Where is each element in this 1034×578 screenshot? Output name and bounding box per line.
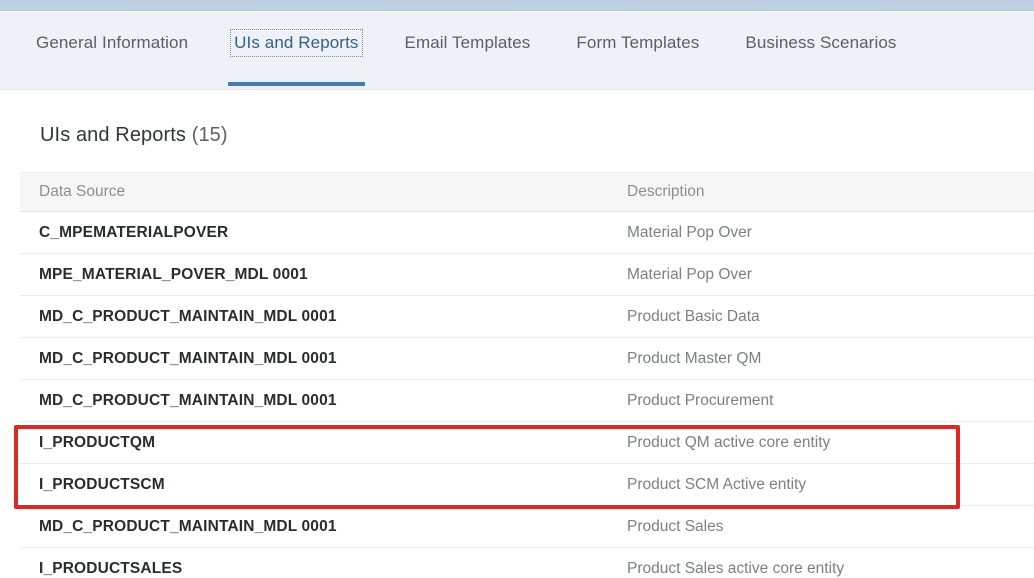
cell-description: Product Procurement xyxy=(627,392,1034,410)
table-row[interactable]: I_PRODUCTQMProduct QM active core entity xyxy=(20,422,1034,464)
uis-and-reports-table: Data Source Description C_MPEMATERIALPOV… xyxy=(20,172,1034,578)
cell-description: Product Basic Data xyxy=(627,308,1034,326)
cell-data-source: MD_C_PRODUCT_MAINTAIN_MDL 0001 xyxy=(20,518,627,536)
tab-email-templates[interactable]: Email Templates xyxy=(391,12,545,74)
table-row[interactable]: MD_C_PRODUCT_MAINTAIN_MDL 0001Product Pr… xyxy=(20,380,1034,422)
application-window: General Information UIs and Reports Emai… xyxy=(0,0,1034,578)
tab-label: Email Templates xyxy=(405,33,531,53)
tab-label: UIs and Reports xyxy=(234,33,358,53)
table-header-row: Data Source Description xyxy=(20,172,1034,212)
table-row[interactable]: MD_C_PRODUCT_MAINTAIN_MDL 0001Product Sa… xyxy=(20,506,1034,548)
page-title-text: UIs and Reports xyxy=(40,124,186,146)
tab-label: Form Templates xyxy=(576,33,699,53)
tab-form-templates[interactable]: Form Templates xyxy=(562,12,713,74)
cell-data-source: I_PRODUCTSALES xyxy=(20,560,627,578)
cell-data-source: MD_C_PRODUCT_MAINTAIN_MDL 0001 xyxy=(20,350,627,368)
page-title: UIs and Reports (15) xyxy=(40,124,228,147)
cell-data-source: I_PRODUCTQM xyxy=(20,434,627,452)
cell-description: Product QM active core entity xyxy=(627,434,1034,452)
tab-label: General Information xyxy=(36,33,188,53)
cell-data-source: MPE_MATERIAL_POVER_MDL 0001 xyxy=(20,266,627,284)
tab-business-scenarios[interactable]: Business Scenarios xyxy=(731,12,910,74)
cell-description: Product Master QM xyxy=(627,350,1034,368)
cell-data-source: MD_C_PRODUCT_MAINTAIN_MDL 0001 xyxy=(20,392,627,410)
table-row[interactable]: MD_C_PRODUCT_MAINTAIN_MDL 0001Product Ba… xyxy=(20,296,1034,338)
table-row[interactable]: MD_C_PRODUCT_MAINTAIN_MDL 0001Product Ma… xyxy=(20,338,1034,380)
tab-uis-and-reports[interactable]: UIs and Reports xyxy=(220,12,372,74)
tab-list: General Information UIs and Reports Emai… xyxy=(0,12,928,90)
table-row[interactable]: MPE_MATERIAL_POVER_MDL 0001Material Pop … xyxy=(20,254,1034,296)
window-chrome-strip xyxy=(0,0,1034,11)
cell-description: Material Pop Over xyxy=(627,224,1034,242)
table-body: C_MPEMATERIALPOVERMaterial Pop OverMPE_M… xyxy=(20,212,1034,578)
cell-description: Product Sales active core entity xyxy=(627,560,1034,578)
cell-description: Material Pop Over xyxy=(627,266,1034,284)
tab-content-panel: UIs and Reports (15) Data Source Descrip… xyxy=(0,91,1034,578)
column-header-description[interactable]: Description xyxy=(627,183,1034,201)
table-row[interactable]: I_PRODUCTSCMProduct SCM Active entity xyxy=(20,464,1034,506)
page-title-count: (15) xyxy=(192,124,228,146)
column-header-data-source[interactable]: Data Source xyxy=(20,183,627,201)
tab-general-information[interactable]: General Information xyxy=(22,12,202,74)
cell-description: Product SCM Active entity xyxy=(627,476,1034,494)
tab-label: Business Scenarios xyxy=(745,33,896,53)
table-row[interactable]: I_PRODUCTSALESProduct Sales active core … xyxy=(20,548,1034,578)
table-row[interactable]: C_MPEMATERIALPOVERMaterial Pop Over xyxy=(20,212,1034,254)
cell-data-source: MD_C_PRODUCT_MAINTAIN_MDL 0001 xyxy=(20,308,627,326)
cell-description: Product Sales xyxy=(627,518,1034,536)
cell-data-source: I_PRODUCTSCM xyxy=(20,476,627,494)
cell-data-source: C_MPEMATERIALPOVER xyxy=(20,224,627,242)
tab-bar: General Information UIs and Reports Emai… xyxy=(0,12,1034,90)
